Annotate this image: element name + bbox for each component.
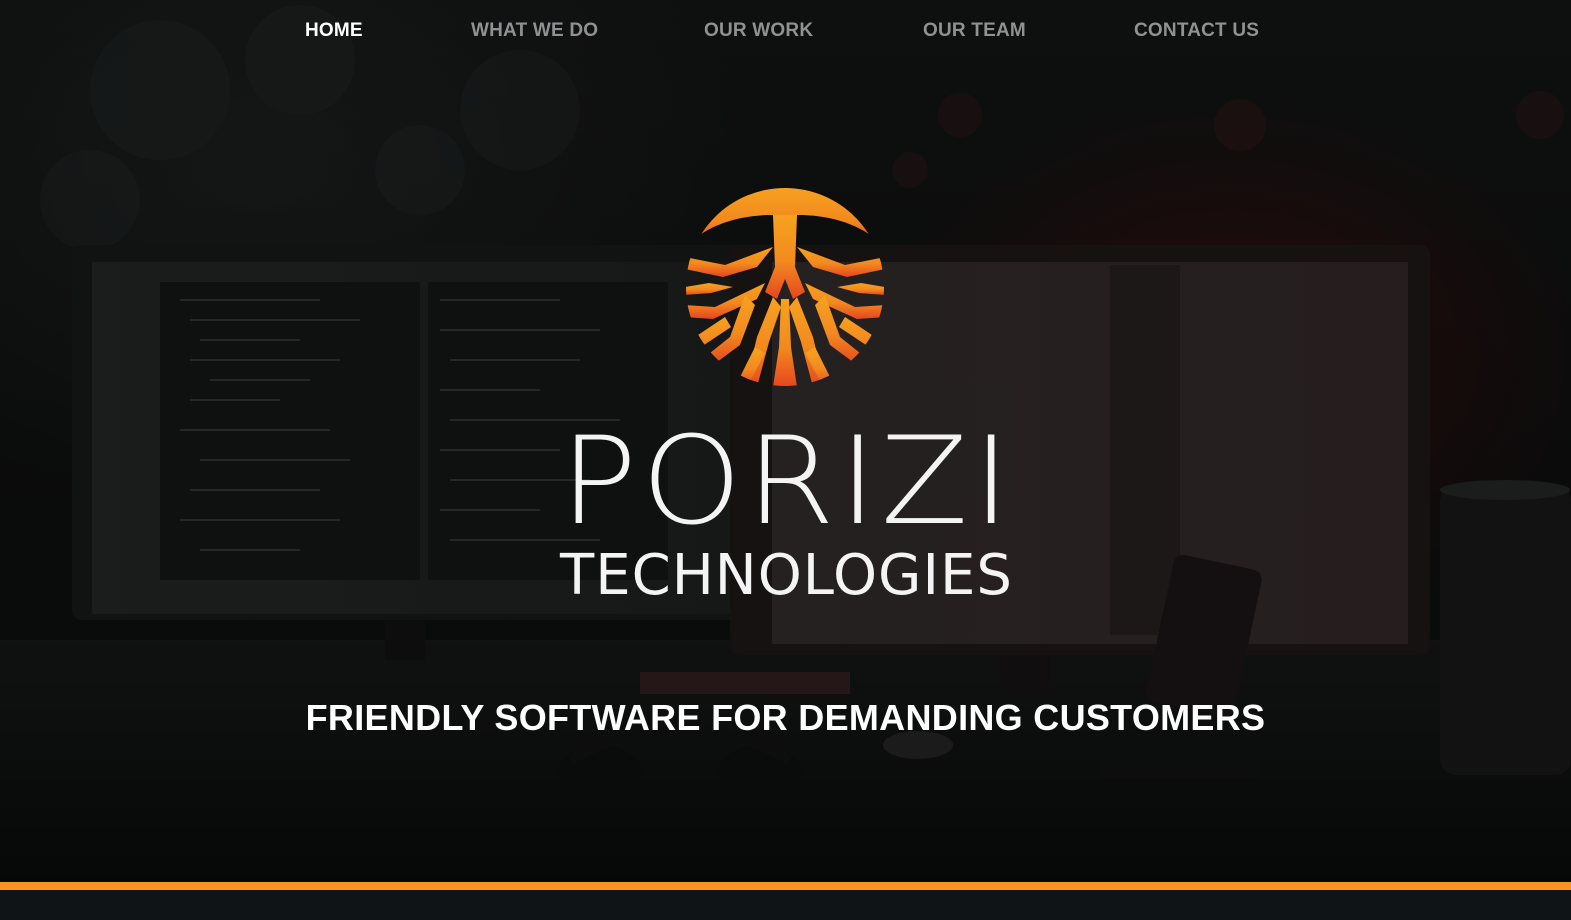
accent-divider: [0, 882, 1571, 890]
nav-item-our-team[interactable]: OUR TEAM: [923, 20, 1026, 42]
nav-item-home[interactable]: HOME: [305, 20, 363, 42]
hero-tagline: FRIENDLY SOFTWARE FOR DEMANDING CUSTOMER…: [305, 697, 1266, 738]
brand-subtitle: TECHNOLOGIES: [560, 543, 1013, 608]
main-nav: HOME WHAT WE DO OUR WORK OUR TEAM CONTAC…: [0, 0, 1571, 64]
tree-roots-circle-icon: [686, 188, 884, 386]
hero-section: HOME WHAT WE DO OUR WORK OUR TEAM CONTAC…: [0, 0, 1571, 882]
homepage: HOME WHAT WE DO OUR WORK OUR TEAM CONTAC…: [0, 0, 1571, 920]
footer-strip: [0, 890, 1571, 920]
nav-item-contact-us[interactable]: CONTACT US: [1134, 20, 1259, 42]
brand-name: PORIZI: [560, 410, 1015, 553]
nav-item-what-we-do[interactable]: WHAT WE DO: [471, 20, 598, 42]
nav-item-our-work[interactable]: OUR WORK: [704, 20, 813, 42]
